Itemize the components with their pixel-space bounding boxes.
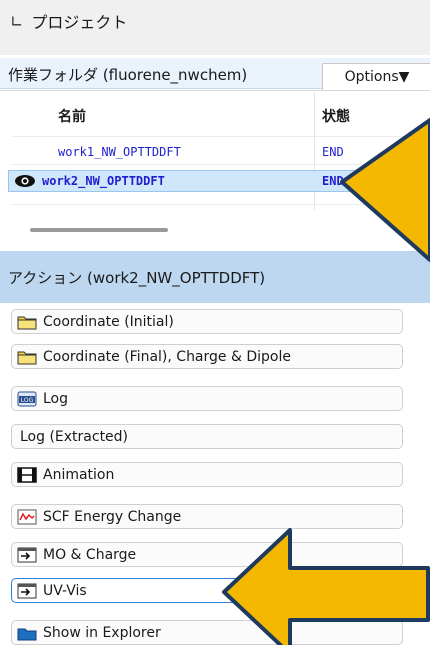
button-label: SCF Energy Change [43,508,182,525]
callout-arrow-icon [340,118,430,262]
log-file-icon: LOG [17,391,37,406]
window-arrow-icon [17,547,37,562]
log-extracted-button[interactable]: Log (Extracted) [11,424,403,449]
panel-title: プロジェクト [31,13,128,32]
folder-icon [17,351,37,364]
options-button[interactable]: Options▼ [322,63,430,91]
job-name: work1_NW_OPTTDDFT [58,145,181,159]
chart-icon [17,509,37,524]
work-folder-label: 作業フォルダ (fluorene_nwchem) [8,66,248,84]
explorer-icon [17,628,37,640]
button-label: Log (Extracted) [20,428,129,445]
panel-title-bar[interactable]: ∟ プロジェクト [10,8,127,34]
button-label: Animation [43,466,115,483]
double-chevron-down-icon[interactable]: ∟ [10,12,23,31]
log-button[interactable]: LOG Log [11,386,403,411]
folder-icon [17,316,37,329]
actions-header-label: アクション (work2_NW_OPTTDDFT) [8,269,266,287]
button-label: UV-Vis [43,582,87,599]
button-label: Coordinate (Final), Charge & Dipole [43,348,291,365]
svg-text:LOG: LOG [21,397,34,404]
coordinate-initial-button[interactable]: Coordinate (Initial) [11,309,403,334]
button-label: Show in Explorer [43,624,161,641]
panel-header: ∟ プロジェクト [0,0,430,55]
window-arrow-icon [17,583,37,598]
job-name: work2_NW_OPTTDDFT [42,174,165,188]
column-header-name[interactable]: 名前 [58,106,86,126]
column-divider [314,92,315,210]
button-label: MO & Charge [43,546,137,563]
horizontal-scrollbar[interactable] [30,228,168,232]
button-label: Log [43,390,69,407]
film-icon [17,466,37,483]
callout-arrow-icon [222,528,430,645]
eye-icon [15,175,35,187]
animation-button[interactable]: Animation [11,462,403,487]
coordinate-final-button[interactable]: Coordinate (Final), Charge & Dipole [11,344,403,369]
button-label: Coordinate (Initial) [43,313,174,330]
